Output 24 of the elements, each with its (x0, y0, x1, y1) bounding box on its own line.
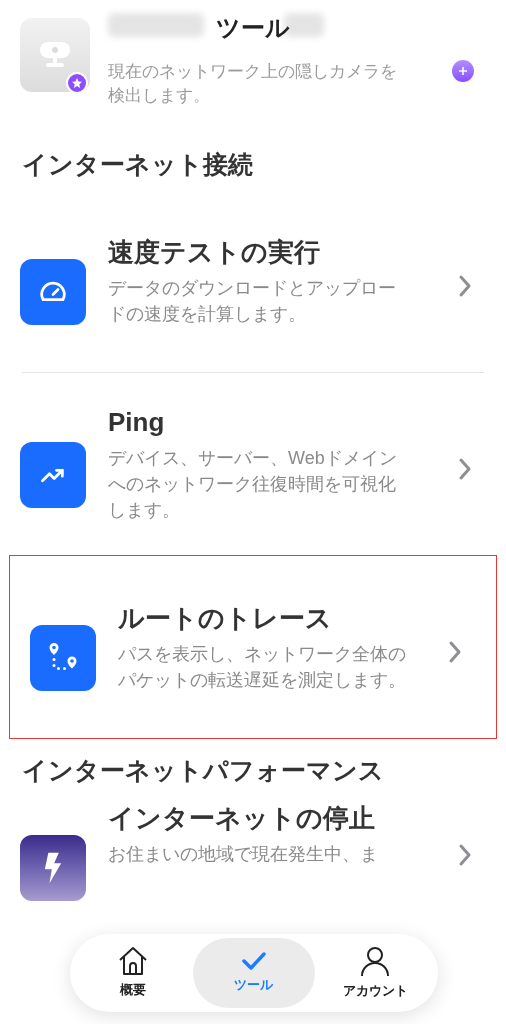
check-icon (241, 951, 267, 972)
tool-row[interactable]: インターネットの停止 お住まいの地域で現在発生中、ま (0, 797, 506, 907)
add-button[interactable] (452, 60, 474, 82)
item-title: ルートのトレース (118, 601, 333, 635)
tool-row[interactable]: ルートのトレース パスを表示し、ネットワーク全体のパケットの転送遅延を測定します。 (10, 555, 496, 738)
chevron-right-icon (458, 456, 472, 481)
tool-row[interactable]: Ping デバイス、サーバー、Webドメインへのネットワーク往復時間を可視化します。 (0, 372, 506, 555)
plus-icon (458, 66, 468, 76)
tab[interactable]: 概要 (72, 938, 194, 1008)
section-heading: インターネット接続 (21, 149, 254, 180)
star-icon (71, 77, 83, 89)
item-title: インターネットの停止 (108, 802, 376, 835)
section-heading: インターネットパフォーマンス (21, 754, 385, 786)
item-description: 現在のネットワーク上の隠しカメラを検出します。 (108, 61, 398, 107)
tool-row[interactable]: 速度テストの実行 データのダウンロードとアップロードの速度を計算します。 (0, 189, 506, 372)
person-icon (359, 945, 392, 978)
screen-title: ツール (216, 13, 290, 43)
chevron-right-icon (458, 843, 472, 867)
chevron-right-icon (448, 639, 462, 664)
item-title: Ping (108, 405, 166, 439)
item-title: 速度テストの実行 (108, 235, 321, 269)
tab[interactable]: アカウント (314, 938, 436, 1008)
camera-icon (38, 40, 72, 70)
chevron-right-icon (458, 273, 472, 298)
